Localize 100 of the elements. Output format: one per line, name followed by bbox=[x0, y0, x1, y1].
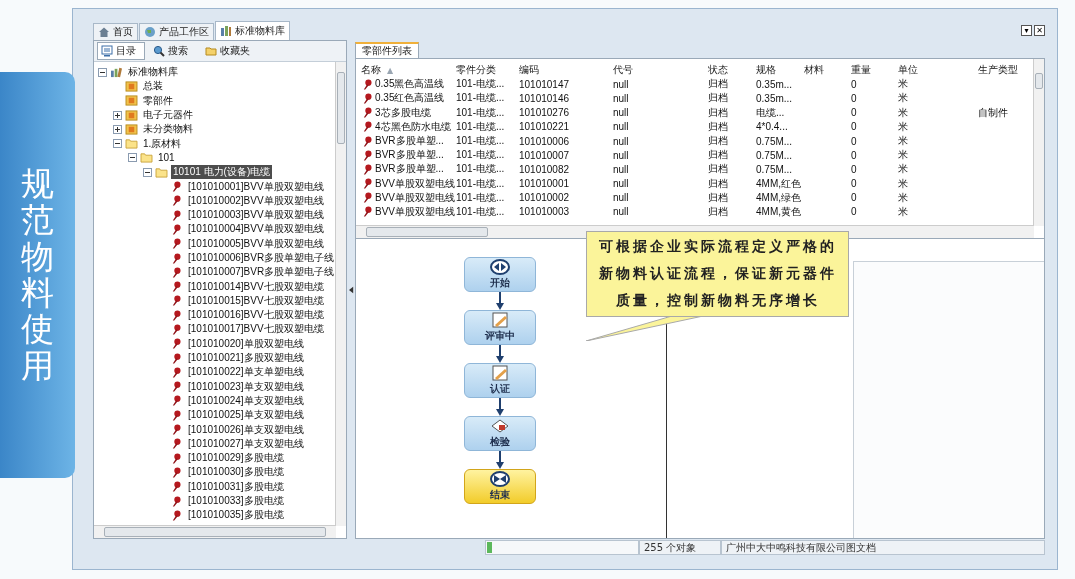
tree-item[interactable]: [101010002]BVV单股双塑电线 bbox=[186, 193, 326, 208]
pin-icon bbox=[170, 195, 183, 207]
expand-icon[interactable] bbox=[113, 124, 122, 134]
table-cell-text: 101010003 bbox=[519, 206, 571, 218]
table-cell-text: 101010006 bbox=[519, 135, 571, 147]
pin-icon bbox=[170, 495, 183, 507]
workflow-node[interactable]: 结束 bbox=[464, 469, 536, 504]
toolbar-button[interactable]: 搜索 bbox=[149, 42, 197, 60]
toolbar-button[interactable]: 收藏夹 bbox=[201, 42, 259, 60]
table-cell-text: 米 bbox=[898, 119, 909, 134]
table-cell-text: 0 bbox=[851, 135, 858, 147]
table-cell-text: 米 bbox=[898, 105, 909, 120]
vertical-scrollbar[interactable] bbox=[1033, 59, 1044, 226]
tree-item[interactable]: [101010016]BVV七股双塑电缆 bbox=[186, 308, 326, 323]
column-header[interactable]: 零件分类 bbox=[456, 63, 519, 78]
horizontal-scrollbar[interactable] bbox=[94, 525, 336, 538]
column-header[interactable]: 规格 bbox=[756, 63, 804, 78]
column-header[interactable]: 材料 bbox=[804, 63, 851, 78]
tree-item[interactable]: [101010006]BVR多股单塑电子线 bbox=[186, 251, 337, 265]
workflow-node[interactable]: 评审中 bbox=[464, 310, 536, 345]
panel-tab[interactable]: 零部件列表 bbox=[355, 42, 419, 58]
tree-item[interactable]: [101010005]BVV单股双塑电线 bbox=[186, 236, 326, 251]
tree-item[interactable]: [101010025]单支双塑电线 bbox=[186, 408, 306, 423]
workflow-node[interactable]: 检验 bbox=[464, 416, 536, 451]
tree-item[interactable]: [101010027]单支双塑电线 bbox=[186, 436, 306, 451]
window-tab[interactable]: 首页 bbox=[93, 23, 138, 40]
tree-item[interactable]: [101010031]多股电缆 bbox=[186, 479, 286, 494]
collapse-icon[interactable] bbox=[143, 167, 152, 177]
table-cell-text: 电缆... bbox=[756, 105, 786, 120]
window-control-button[interactable]: ✕ bbox=[1034, 25, 1045, 36]
column-header[interactable]: 代号 bbox=[613, 63, 708, 78]
column-header[interactable]: 名称 bbox=[361, 63, 381, 78]
tree-item[interactable]: [101010020]单股双塑电线 bbox=[186, 336, 306, 351]
pin-icon bbox=[170, 366, 183, 378]
tree-item[interactable]: [101010024]单支双塑电线 bbox=[186, 393, 306, 408]
status-text: 255 个对象 bbox=[639, 540, 721, 555]
tree-item[interactable]: [101010035]多股电缆 bbox=[186, 508, 286, 523]
tree-item[interactable]: [101010026]单支双塑电线 bbox=[186, 422, 306, 437]
vertical-scrollbar[interactable] bbox=[335, 62, 346, 526]
table-cell-text: 0 bbox=[851, 206, 858, 218]
table-cell-text: 101-电缆... bbox=[456, 162, 506, 177]
collapse-icon[interactable] bbox=[128, 153, 137, 163]
pin-icon bbox=[361, 135, 374, 147]
document-pencil-icon bbox=[490, 365, 510, 381]
window-tab[interactable]: 标准物料库 bbox=[215, 21, 290, 40]
tree-item[interactable]: [101010030]多股电缆 bbox=[186, 465, 286, 480]
table-cell-text: 101010147 bbox=[519, 78, 571, 90]
tree-item[interactable]: 10101 电力(设备)电缆 bbox=[171, 165, 273, 180]
tree-item[interactable]: 未分类物料 bbox=[141, 122, 195, 137]
tree-item[interactable]: [101010022]单支单塑电线 bbox=[186, 365, 306, 380]
column-header[interactable]: 状态 bbox=[708, 63, 756, 78]
tree-item[interactable]: 电子元器件 bbox=[141, 108, 195, 123]
collapse-icon[interactable] bbox=[113, 139, 122, 149]
tree-item[interactable]: [101010007]BVR多股单塑电子线 bbox=[186, 265, 337, 280]
tree-item[interactable]: [101010001]BVV单股双塑电线 bbox=[186, 179, 326, 194]
node-label: 认证 bbox=[490, 382, 510, 396]
pin-icon bbox=[170, 324, 183, 335]
expand-icon[interactable] bbox=[113, 110, 122, 120]
table-cell-text: 0 bbox=[851, 163, 858, 175]
table-cell-text: 归档 bbox=[708, 148, 729, 163]
tree-item[interactable]: 1.原材料 bbox=[141, 136, 184, 151]
column-header[interactable]: 生产类型 bbox=[978, 63, 1031, 78]
table-cell-text: 0 bbox=[851, 92, 858, 104]
table-cell-text: 0 bbox=[851, 178, 858, 190]
pin-icon bbox=[361, 121, 374, 133]
pin-icon bbox=[170, 181, 183, 192]
column-header[interactable]: 单位 bbox=[898, 63, 978, 78]
tree-item[interactable]: [101010015]BVV七股双塑电缆 bbox=[186, 293, 326, 308]
folder-badge-icon bbox=[125, 123, 138, 135]
circle-bowtie-icon bbox=[490, 471, 510, 487]
tree-item[interactable]: [101010014]BVV七股双塑电缆 bbox=[186, 279, 326, 294]
tree-item[interactable]: [101010033]多股电缆 bbox=[186, 494, 286, 509]
tree-item[interactable]: 标准物料库 bbox=[126, 65, 180, 80]
workflow-node[interactable]: 认证 bbox=[464, 363, 536, 398]
table-cell-text: null bbox=[613, 92, 630, 104]
tree-item[interactable]: [101010021]多股双塑电线 bbox=[186, 351, 306, 366]
tree-item[interactable]: 101 bbox=[156, 152, 177, 164]
tree-item[interactable]: [101010023]单支双塑电线 bbox=[186, 379, 306, 394]
table-cell: 0.35红色高温线 bbox=[375, 91, 445, 106]
tree-item[interactable]: 零部件 bbox=[141, 93, 175, 108]
pin-icon bbox=[361, 107, 374, 119]
table-cell-text: null bbox=[613, 192, 630, 204]
table-cell-text: 101010002 bbox=[519, 192, 571, 204]
tree-item[interactable]: [101010003]BVV单股双塑电线 bbox=[186, 208, 326, 223]
collapse-icon[interactable] bbox=[98, 67, 107, 77]
column-header[interactable]: 重量 bbox=[851, 63, 898, 78]
window-tab[interactable]: 产品工作区 bbox=[139, 23, 214, 40]
workflow-node[interactable]: 开始 bbox=[464, 257, 536, 292]
toolbar-button[interactable]: 目录 bbox=[97, 42, 145, 60]
collapse-arrow-icon[interactable] bbox=[348, 285, 354, 294]
tree-item[interactable]: 总装 bbox=[141, 79, 165, 94]
tree-item[interactable]: [101010029]多股电缆 bbox=[186, 451, 286, 466]
window-control-button[interactable]: ▾ bbox=[1021, 25, 1032, 36]
tree-item[interactable]: [101010017]BVV七股双塑电缆 bbox=[186, 322, 326, 337]
column-header[interactable]: 编码 bbox=[519, 63, 613, 78]
tree-item[interactable]: [101010004]BVV单股双塑电线 bbox=[186, 222, 326, 237]
pin-icon bbox=[170, 409, 183, 421]
table-cell-text: 0.75M... bbox=[756, 135, 794, 147]
table-cell-text: null bbox=[613, 178, 630, 190]
pin-icon bbox=[170, 338, 183, 350]
